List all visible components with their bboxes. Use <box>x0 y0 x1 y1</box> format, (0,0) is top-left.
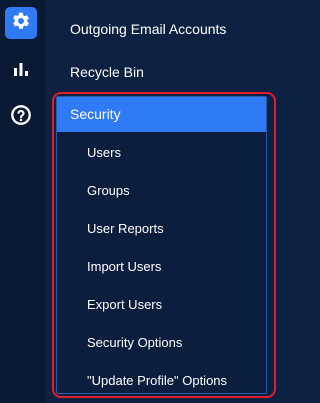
submenu-item-users[interactable]: Users <box>87 145 121 161</box>
help-circle-icon <box>10 104 32 131</box>
submenu-item-user-reports[interactable]: User Reports <box>87 221 164 237</box>
icon-rail <box>0 0 45 403</box>
help-rail-button[interactable] <box>5 101 37 133</box>
reports-rail-button[interactable] <box>5 55 37 87</box>
menu-item-outgoing-email-accounts[interactable]: Outgoing Email Accounts <box>70 20 226 38</box>
app-window: Outgoing Email Accounts Recycle Bin Secu… <box>0 0 277 403</box>
menu-item-recycle-bin[interactable]: Recycle Bin <box>70 63 144 81</box>
submenu-item-security-options[interactable]: Security Options <box>87 335 182 351</box>
bar-chart-icon <box>12 60 30 83</box>
submenu-item-update-profile-options[interactable]: "Update Profile" Options <box>87 373 227 389</box>
settings-rail-button[interactable] <box>5 7 37 39</box>
submenu-item-import-users[interactable]: Import Users <box>87 259 161 275</box>
security-submenu: Security Users Groups User Reports Impor… <box>56 96 267 394</box>
submenu-item-groups[interactable]: Groups <box>87 183 130 199</box>
settings-menu: Outgoing Email Accounts Recycle Bin Secu… <box>45 0 277 403</box>
gear-icon <box>11 11 31 36</box>
menu-item-security[interactable]: Security <box>57 97 266 132</box>
submenu-item-export-users[interactable]: Export Users <box>87 297 162 313</box>
